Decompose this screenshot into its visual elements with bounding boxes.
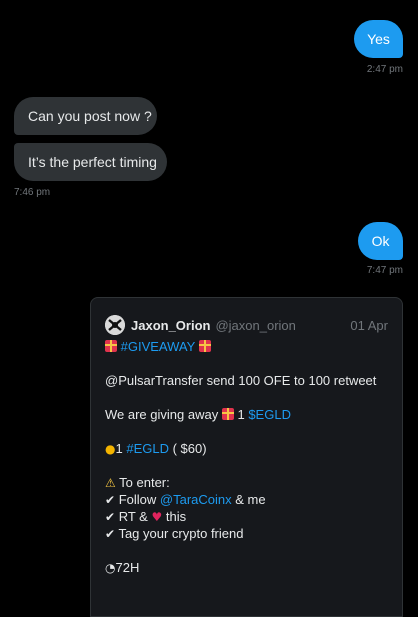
message-text: It’s the perfect timing	[28, 154, 157, 170]
cashtag-link[interactable]: $EGLD	[248, 407, 291, 422]
message-timestamp: 2:47 pm	[366, 64, 403, 75]
tweet-date: 01 Apr	[350, 317, 388, 333]
giving-text: We are giving away	[105, 407, 219, 422]
hashtag-link[interactable]: #GIVEAWAY	[121, 339, 195, 354]
prize-value: ( $60)	[172, 441, 207, 456]
message-text: Ok	[371, 233, 390, 249]
gift-icon	[105, 340, 117, 352]
gift-icon	[198, 340, 211, 352]
follow-suffix: & me	[235, 492, 266, 507]
tweet-header: Jaxon_Orion @jaxon_orion 01 Apr	[105, 314, 388, 336]
check-icon: ✔	[105, 510, 116, 524]
hashtag-link[interactable]: #EGLD	[126, 441, 169, 456]
message-timestamp: 7:46 pm	[14, 187, 51, 198]
tweet-author-name[interactable]: Jaxon_Orion	[131, 318, 210, 333]
duration: 72H	[115, 560, 140, 575]
avatar[interactable]	[105, 315, 125, 335]
clock-icon: ◔	[105, 561, 116, 575]
tweet-enter-line: ⚠ To enter:	[105, 474, 170, 492]
tweet-tag-line: ✔ Tag your crypto friend	[105, 525, 243, 543]
tweet-giveaway-line: #GIVEAWAY	[105, 338, 211, 355]
rt-suffix: this	[165, 509, 187, 524]
prize-count: 1	[115, 441, 123, 456]
tweet-prize-line: ●1 #EGLD ( $60)	[105, 440, 207, 458]
message-text: Can you post now ?	[28, 108, 152, 124]
follow-label: Follow	[118, 492, 157, 507]
tweet-rt-line: ✔ RT & ♥ this	[105, 508, 186, 526]
medal-icon: ●	[105, 442, 116, 456]
tag-label: Tag your crypto friend	[118, 526, 244, 541]
tweet-duration-line: ◔72H	[105, 559, 139, 577]
incoming-message-bubble[interactable]: It’s the perfect timing	[14, 143, 167, 181]
gift-icon	[221, 408, 234, 420]
tweet-giving-line: We are giving away 1 $EGLD	[105, 406, 291, 423]
tweet-send-line: @PulsarTransfer send 100 OFE to 100 retw…	[105, 373, 377, 388]
check-icon: ✔	[105, 493, 116, 507]
message-timestamp: 7:47 pm	[366, 265, 403, 276]
outgoing-message-bubble[interactable]: Ok	[358, 222, 403, 260]
giving-amount: 1	[237, 407, 245, 422]
incoming-message-bubble[interactable]: Can you post now ?	[14, 97, 157, 135]
tweet-follow-line: ✔ Follow @TaraCoinx & me	[105, 491, 266, 509]
message-text: Yes	[367, 31, 390, 47]
enter-label: To enter:	[119, 475, 170, 490]
outgoing-message-bubble[interactable]: Yes	[354, 20, 403, 58]
shared-tweet-card[interactable]: Jaxon_Orion @jaxon_orion 01 Apr #GIVEAWA…	[90, 297, 403, 617]
mention-link[interactable]: @TaraCoinx	[160, 492, 232, 507]
avatar-image	[105, 315, 125, 335]
tweet-author-handle[interactable]: @jaxon_orion	[215, 318, 295, 333]
warning-icon: ⚠	[105, 476, 116, 490]
rt-prefix: RT &	[118, 509, 148, 524]
check-icon: ✔	[105, 527, 116, 541]
heart-icon: ♥	[151, 510, 163, 524]
